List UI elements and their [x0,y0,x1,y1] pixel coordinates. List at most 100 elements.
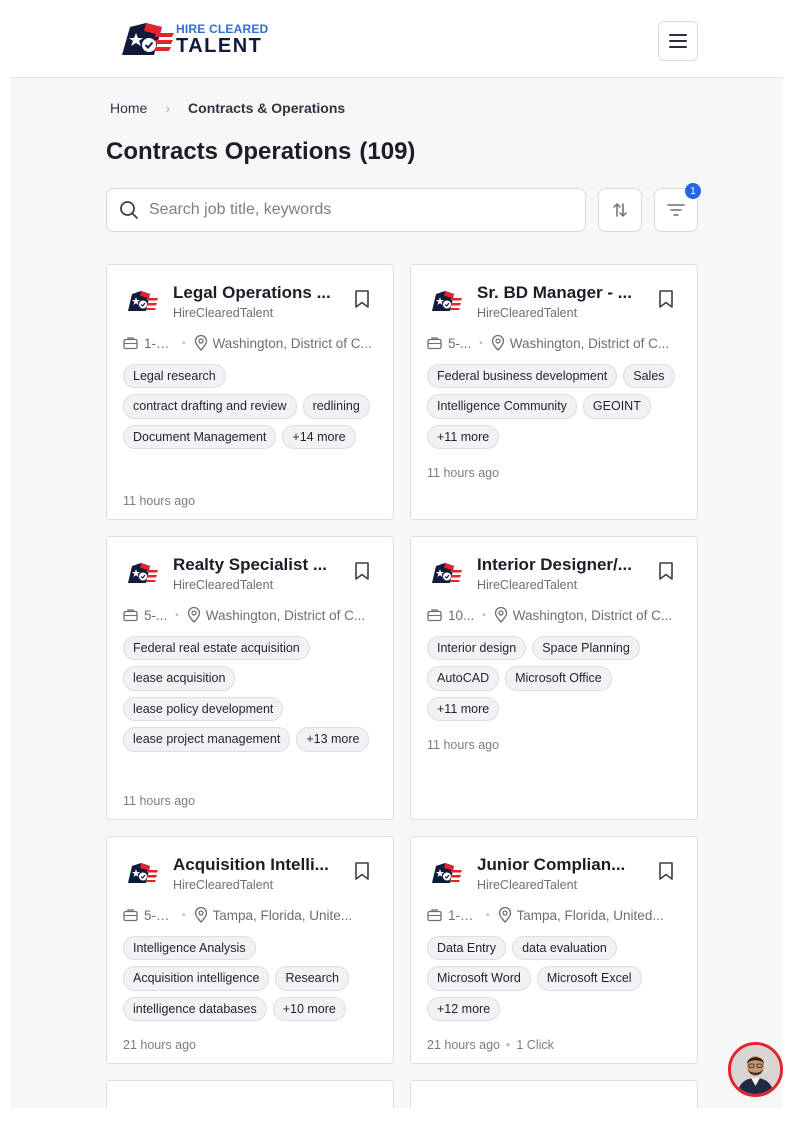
skill-tag: Intelligence Community [427,394,577,419]
skill-tags: Legal research contract drafting and revi… [123,364,385,450]
skill-tags: Data Entry data evaluation Microsoft Word M… [427,936,689,1022]
bookmark-icon[interactable] [657,861,675,881]
experience-range: 5-7 y... [144,907,174,923]
search-icon [120,201,138,219]
filter-lines-icon [667,204,685,216]
job-location: Washington, District of C... [512,607,673,623]
skill-tags: Intelligence Analysis Acquisition intelli… [123,936,385,1022]
job-card[interactable]: Interior Designer/... HireClearedTalent 10… [410,536,698,820]
chat-assistant-avatar[interactable] [728,1042,783,1097]
posted-time: 21 hours ago • 1 Click [427,1038,554,1052]
search-box [106,188,586,232]
filter-button[interactable]: 1 [654,183,701,232]
main-content: Home › Contracts & Operations Contracts … [10,78,783,1108]
skill-tag: Sales [623,364,675,389]
skill-tag: Federal business development [427,364,618,389]
posted-time: 11 hours ago [427,466,499,480]
skill-tag: data evaluation [512,936,617,961]
company-name: HireClearedTalent [477,878,578,892]
skill-tag: Microsoft Word [427,966,531,991]
company-name: HireClearedTalent [173,878,274,892]
job-title[interactable]: Acquisition Intelli... [173,855,333,875]
briefcase-icon [427,909,442,922]
company-name: HireClearedTalent [477,578,578,592]
experience-range: 1-3 y... [448,907,478,923]
skill-tag: lease policy development [123,696,284,722]
job-location: Washington, District of C... [509,335,670,351]
skill-tag: lease acquisition [123,666,236,691]
breadcrumb: Home › Contracts & Operations [110,100,345,116]
job-card[interactable]: Acquisition Intelli... HireClearedTalent 5… [106,836,394,1064]
job-card-partial[interactable] [410,1080,698,1108]
job-meta: 1-3 y... • Tampa, Florida, United... [427,907,679,923]
bookmark-icon[interactable] [657,561,675,581]
job-card[interactable]: Legal Operations ... HireClearedTalent 1-3… [106,264,394,520]
location-pin-icon [187,607,200,623]
skill-tag: +12 more [427,996,501,1022]
brand-line2: TALENT [176,34,263,57]
briefcase-icon [123,337,138,350]
briefcase-icon [123,909,138,922]
location-pin-icon [491,335,504,351]
separator-dot: • [479,337,483,349]
job-card-partial[interactable] [106,1080,394,1108]
hamburger-icon [669,34,687,36]
experience-range: 1-3... [144,335,174,351]
bookmark-icon[interactable] [353,861,371,881]
location-pin-icon [494,607,507,623]
job-title[interactable]: Junior Complian... [477,855,637,875]
job-title[interactable]: Sr. BD Manager - ... [477,283,637,303]
location-pin-icon [194,907,207,923]
bookmark-icon[interactable] [353,289,371,309]
separator-dot: • [505,1038,511,1052]
job-title[interactable]: Interior Designer/... [477,555,637,575]
skill-tag: Microsoft Excel [536,966,642,991]
job-location: Washington, District of C... [212,335,372,351]
skill-tag: Microsoft Office [505,666,612,691]
skill-tag: AutoCAD [427,666,500,691]
job-location: Tampa, Florida, United... [516,907,664,923]
page-title-text: Contracts Operations [106,138,352,165]
posted-time-text: 11 hours ago [123,794,196,808]
job-card[interactable]: Realty Specialist ... HireClearedTalent 5-… [106,536,394,820]
skill-tag: Intelligence Analysis [123,936,256,961]
filter-count-badge: 1 [685,183,701,199]
separator-dot: • [175,609,179,621]
sort-button[interactable] [598,188,642,232]
job-meta: 5-... • Washington, District of C... [123,607,375,623]
hamburger-menu-button[interactable] [658,21,698,61]
brand-line1: HIRE CLEARED [176,21,269,36]
sort-arrows-icon [613,203,627,217]
breadcrumb-home-link[interactable]: Home [110,100,147,116]
company-logo-icon [128,863,158,883]
job-meta: 1-3... • Washington, District of C... [123,335,375,351]
separator-dot: • [486,909,490,921]
skill-tags: Federal real estate acquisition lease acq… [123,636,385,752]
job-card[interactable]: Junior Complian... HireClearedTalent 1-3 y… [410,836,698,1064]
bookmark-icon[interactable] [353,561,371,581]
person-avatar-icon [731,1045,780,1094]
briefcase-icon [123,609,138,622]
skill-tag: Interior design [427,636,527,661]
job-location: Washington, District of C... [205,607,366,623]
company-logo-icon [128,291,158,311]
experience-range: 5-... [144,607,168,623]
skill-tag: +13 more [296,727,370,752]
job-card[interactable]: Sr. BD Manager - ... HireClearedTalent 5-.… [410,264,698,520]
skill-tag: intelligence databases [123,996,267,1022]
job-title[interactable]: Realty Specialist ... [173,555,333,575]
job-title[interactable]: Legal Operations ... [173,283,333,303]
bookmark-icon[interactable] [657,289,675,309]
search-input[interactable] [149,201,549,219]
shield-flag-logo-icon [122,23,174,55]
skill-tag: redlining [302,394,370,419]
brand-logo[interactable]: HIRE CLEARED TALENT [116,17,286,61]
skill-tag: Legal research [123,364,226,389]
company-logo-icon [432,863,462,883]
skill-tag: Space Planning [532,636,640,661]
skill-tag: Acquisition intelligence [123,966,270,991]
separator-dot: • [182,909,186,921]
site-header: HIRE CLEARED TALENT [10,0,783,78]
briefcase-icon [427,609,442,622]
job-count: (109) [359,138,416,165]
